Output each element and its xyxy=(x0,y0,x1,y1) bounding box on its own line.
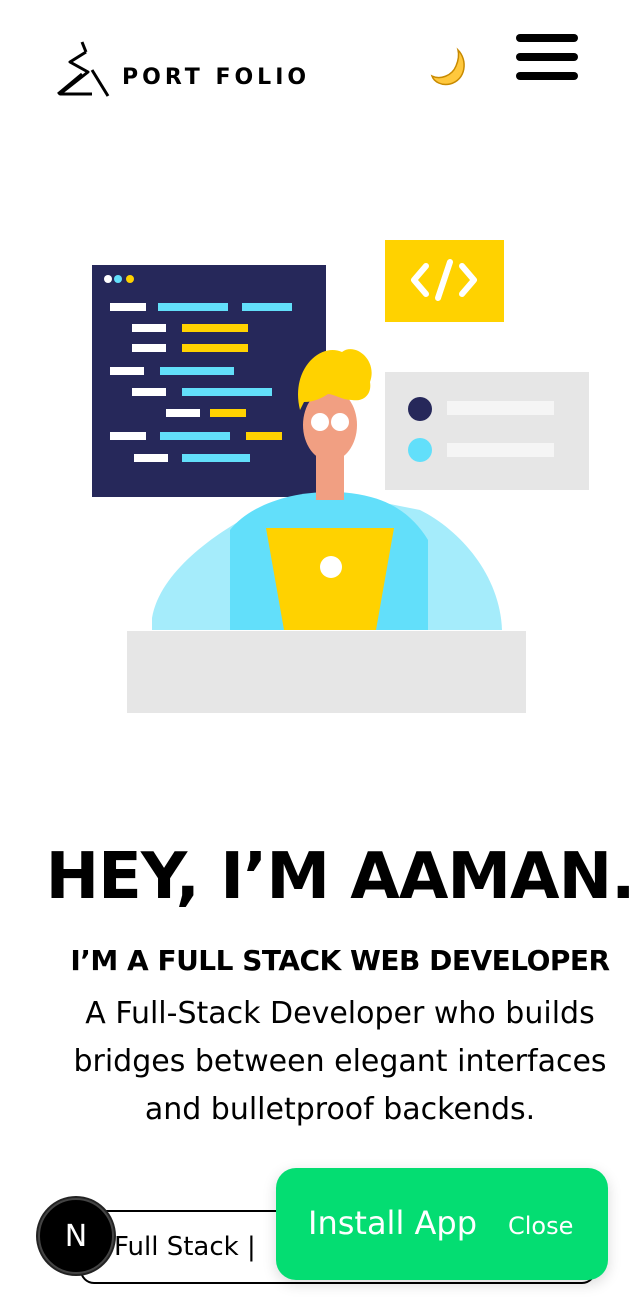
site-header: PORT FOLIO xyxy=(0,0,640,120)
menu-bar xyxy=(516,72,578,80)
developer-illustration xyxy=(92,240,589,713)
menu-bar xyxy=(516,34,578,42)
close-button[interactable]: Close xyxy=(508,1212,573,1240)
logo[interactable]: PORT FOLIO xyxy=(52,38,312,98)
hero-description: A Full-Stack Developer who builds bridge… xyxy=(73,996,607,1127)
typing-text: Full Stack | xyxy=(114,1232,256,1262)
hero-subtitle: I’M A FULL STACK WEB DEVELOPER xyxy=(70,944,610,977)
install-app-button[interactable]: Install App xyxy=(308,1204,477,1242)
menu-bar xyxy=(516,53,578,61)
moon-icon[interactable] xyxy=(428,46,470,88)
logo-text: PORT FOLIO xyxy=(122,64,311,90)
dev-tools-badge[interactable]: N xyxy=(38,1198,114,1274)
hamburger-menu-icon[interactable] xyxy=(516,34,578,84)
hero-title: HEY, I’M AAMAN. xyxy=(45,840,636,914)
logo-mark-icon xyxy=(57,41,110,97)
